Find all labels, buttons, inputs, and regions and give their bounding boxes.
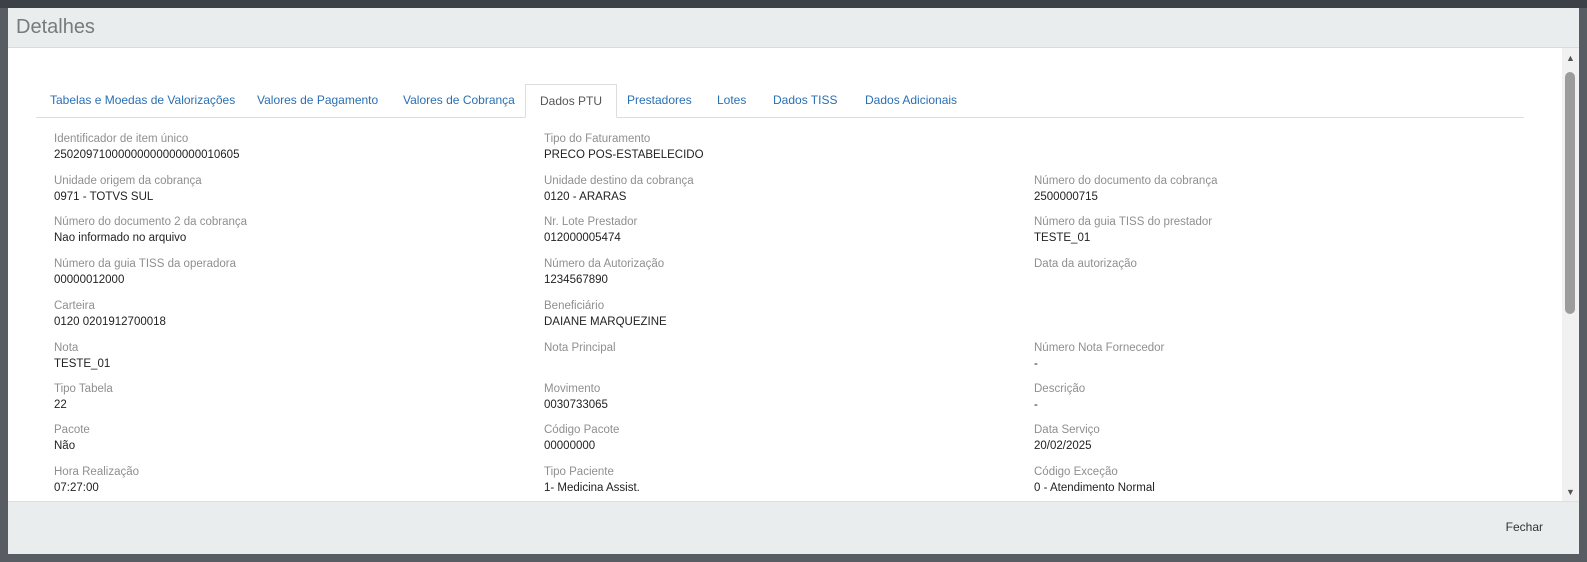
field-tipo-tabela: Tipo Tabela 22 bbox=[54, 383, 113, 411]
field-label: Identificador de item único bbox=[54, 133, 189, 145]
scroll-down-arrow-icon[interactable]: ▼ bbox=[1562, 484, 1579, 501]
field-label: Unidade destino da cobrança bbox=[544, 175, 694, 187]
field-tipo-paciente: Tipo Paciente 1- Medicina Assist. bbox=[544, 466, 640, 494]
field-label: Número da Autorização bbox=[544, 258, 665, 270]
field-label: Código Pacote bbox=[544, 424, 620, 436]
scrollbar-thumb[interactable] bbox=[1565, 72, 1575, 314]
field-label: Hora Realização bbox=[54, 466, 140, 478]
field-value: 25020971000000000000000010605 bbox=[54, 149, 240, 161]
field-carteira: Carteira 0120 0201912700018 bbox=[54, 300, 166, 328]
field-label: Data da autorização bbox=[1034, 258, 1137, 270]
field-codigo-excecao: Código Exceção 0 - Atendimento Normal bbox=[1034, 466, 1155, 494]
field-value: 20/02/2025 bbox=[1034, 440, 1092, 452]
field-value: Nao informado no arquivo bbox=[54, 232, 187, 244]
field-value: 0120 0201912700018 bbox=[54, 316, 166, 328]
field-value: 22 bbox=[54, 399, 67, 411]
field-label: Tipo Paciente bbox=[544, 466, 614, 478]
field-value: 00000000 bbox=[544, 440, 596, 452]
field-unidade-origem: Unidade origem da cobrança 0971 - TOTVS … bbox=[54, 175, 202, 203]
field-value: 00000012000 bbox=[54, 274, 125, 286]
tab-bar: Tabelas e Moedas de Valorizações Valores… bbox=[36, 84, 1524, 118]
field-identificador-item: Identificador de item único 250209710000… bbox=[54, 133, 239, 161]
field-label: Nota Principal bbox=[544, 342, 616, 354]
modal-header: Detalhes bbox=[8, 8, 1579, 48]
field-label: Número Nota Fornecedor bbox=[1034, 342, 1165, 354]
field-nr-lote-prestador: Nr. Lote Prestador 012000005474 bbox=[544, 216, 637, 244]
field-label: Data Serviço bbox=[1034, 424, 1100, 436]
modal-footer: Fechar bbox=[8, 501, 1579, 554]
field-guia-tiss-prestador: Número da guia TISS do prestador TESTE_0… bbox=[1034, 216, 1212, 244]
field-label: Código Exceção bbox=[1034, 466, 1118, 478]
field-movimento: Movimento 0030733065 bbox=[544, 383, 608, 411]
field-value: TESTE_01 bbox=[54, 358, 111, 370]
field-label: Número da guia TISS da operadora bbox=[54, 258, 236, 270]
field-value: 1- Medicina Assist. bbox=[544, 482, 640, 494]
field-value: Não bbox=[54, 440, 76, 452]
field-numero-documento: Número do documento da cobrança 25000007… bbox=[1034, 175, 1217, 203]
details-modal: Detalhes Tabelas e Moedas de Valorizaçõe… bbox=[8, 8, 1579, 554]
vertical-scrollbar[interactable]: ▲ ▼ bbox=[1562, 48, 1579, 501]
field-value: - bbox=[1034, 399, 1038, 411]
background-app-bar bbox=[0, 0, 1587, 8]
tab-valores-pagamento[interactable]: Valores de Pagamento bbox=[243, 84, 392, 117]
field-label: Nota bbox=[54, 342, 79, 354]
field-codigo-pacote: Código Pacote 00000000 bbox=[544, 424, 619, 452]
tab-lotes[interactable]: Lotes bbox=[703, 84, 760, 117]
field-label: Tipo Tabela bbox=[54, 383, 113, 395]
field-label: Carteira bbox=[54, 300, 95, 312]
field-label: Pacote bbox=[54, 424, 90, 436]
modal-body: Tabelas e Moedas de Valorizações Valores… bbox=[8, 48, 1579, 501]
field-nota-principal: Nota Principal bbox=[544, 342, 616, 358]
field-label: Número da guia TISS do prestador bbox=[1034, 216, 1213, 228]
field-value: 07:27:00 bbox=[54, 482, 99, 494]
field-label: Beneficiário bbox=[544, 300, 605, 312]
field-label: Descrição bbox=[1034, 383, 1086, 395]
field-tipo-faturamento: Tipo do Faturamento PRECO POS-ESTABELECI… bbox=[544, 133, 704, 161]
field-value: 0 - Atendimento Normal bbox=[1034, 482, 1155, 494]
field-hora-realizacao: Hora Realização 07:27:00 bbox=[54, 466, 139, 494]
close-button[interactable]: Fechar bbox=[1506, 520, 1543, 534]
field-label: Unidade origem da cobrança bbox=[54, 175, 202, 187]
field-nota: Nota TESTE_01 bbox=[54, 342, 110, 370]
tab-dados-tiss[interactable]: Dados TISS bbox=[759, 84, 851, 117]
field-unidade-destino: Unidade destino da cobrança 0120 - ARARA… bbox=[544, 175, 694, 203]
modal-title: Detalhes bbox=[16, 16, 95, 38]
field-label: Número do documento da cobrança bbox=[1034, 175, 1218, 187]
tab-dados-adicionais[interactable]: Dados Adicionais bbox=[851, 84, 971, 117]
field-data-servico: Data Serviço 20/02/2025 bbox=[1034, 424, 1100, 452]
tab-tabelas-moedas[interactable]: Tabelas e Moedas de Valorizações bbox=[36, 84, 249, 117]
field-beneficiario: Beneficiário DAIANE MARQUEZINE bbox=[544, 300, 667, 328]
field-label: Movimento bbox=[544, 383, 601, 395]
tab-valores-cobranca[interactable]: Valores de Cobrança bbox=[389, 84, 529, 117]
field-value: DAIANE MARQUEZINE bbox=[544, 316, 667, 328]
field-guia-tiss-operadora: Número da guia TISS da operadora 0000001… bbox=[54, 258, 236, 286]
field-value: 0971 - TOTVS SUL bbox=[54, 191, 154, 203]
field-descricao: Descrição - bbox=[1034, 383, 1085, 411]
field-numero-documento-2: Número do documento 2 da cobrança Nao in… bbox=[54, 216, 247, 244]
field-value: TESTE_01 bbox=[1034, 232, 1091, 244]
field-value: 012000005474 bbox=[544, 232, 621, 244]
field-label: Nr. Lote Prestador bbox=[544, 216, 638, 228]
field-value: 0120 - ARARAS bbox=[544, 191, 627, 203]
field-value: - bbox=[1034, 358, 1038, 370]
field-label: Número do documento 2 da cobrança bbox=[54, 216, 248, 228]
field-value: 1234567890 bbox=[544, 274, 608, 286]
field-value: 0030733065 bbox=[544, 399, 608, 411]
scroll-up-arrow-icon[interactable]: ▲ bbox=[1562, 50, 1579, 67]
field-label: Tipo do Faturamento bbox=[544, 133, 651, 145]
tab-dados-ptu[interactable]: Dados PTU bbox=[525, 84, 618, 118]
field-value: 2500000715 bbox=[1034, 191, 1098, 203]
tab-prestadores[interactable]: Prestadores bbox=[613, 84, 706, 117]
field-value: PRECO POS-ESTABELECIDO bbox=[544, 149, 704, 161]
field-data-autorizacao: Data da autorização bbox=[1034, 258, 1137, 274]
field-numero-autorizacao: Número da Autorização 1234567890 bbox=[544, 258, 664, 286]
field-numero-nota-fornecedor: Número Nota Fornecedor - bbox=[1034, 342, 1164, 370]
field-pacote: Pacote Não bbox=[54, 424, 90, 452]
